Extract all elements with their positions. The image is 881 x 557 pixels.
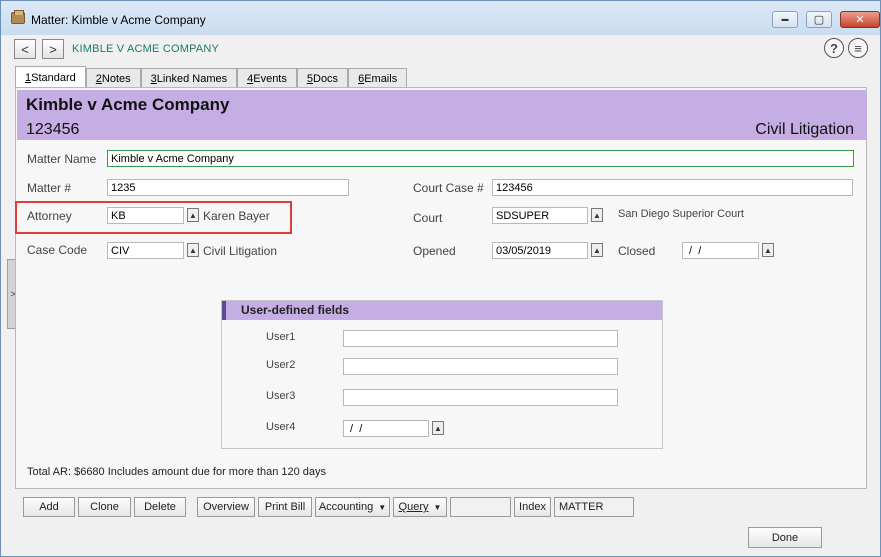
done-button[interactable]: Done <box>748 527 822 548</box>
maximize-icon: ▢ <box>813 14 825 26</box>
window-title: Matter: Kimble v Acme Company <box>31 13 206 27</box>
attorney-code-input[interactable] <box>107 207 184 224</box>
add-button[interactable]: Add <box>23 497 75 517</box>
index-button[interactable]: Index <box>514 497 551 517</box>
help-button[interactable]: ? <box>824 38 844 58</box>
forward-button[interactable]: > <box>42 39 64 59</box>
attorney-name: Karen Bayer <box>203 209 270 223</box>
opened-label: Opened <box>413 244 456 258</box>
maximize-button[interactable]: ▢ <box>806 11 832 28</box>
caret-up-icon: ▲ <box>593 245 601 255</box>
menu-icon: ≡ <box>854 40 862 56</box>
court-code-input[interactable] <box>492 207 588 224</box>
opened-date-picker[interactable]: ▲ <box>591 243 603 257</box>
matter-header-label: KIMBLE V ACME COMPANY <box>72 43 220 55</box>
tab-docs[interactable]: 5 Docs <box>296 68 349 88</box>
accounting-menu-button[interactable]: Accounting ▼ <box>315 497 390 517</box>
query-input[interactable] <box>450 497 511 517</box>
tab-linked-names[interactable]: 3 Linked Names <box>140 68 238 88</box>
closed-date-input[interactable] <box>682 242 759 259</box>
caret-up-icon: ▲ <box>764 245 772 255</box>
user1-input[interactable] <box>343 330 618 347</box>
opened-date-input[interactable] <box>492 242 588 259</box>
chevron-left-icon: < <box>21 41 29 57</box>
banner-number: 123456 <box>26 121 80 138</box>
overview-button[interactable]: Overview <box>197 497 255 517</box>
chevron-right-icon: > <box>49 41 57 57</box>
query-menu-button[interactable]: Query ▼ <box>393 497 447 517</box>
court-lookup-button[interactable]: ▲ <box>591 208 603 222</box>
user4-date-picker[interactable]: ▲ <box>432 421 444 435</box>
case-code-lookup-button[interactable]: ▲ <box>187 243 199 257</box>
tab-standard[interactable]: 1 Standard <box>15 66 86 88</box>
index-value: MATTER <box>554 497 634 517</box>
nav-bar: < > KIMBLE V ACME COMPANY ? ≡ <box>1 35 880 65</box>
minimize-button[interactable]: ▬ <box>772 11 798 28</box>
user1-label: User1 <box>266 331 296 343</box>
banner-title: Kimble v Acme Company <box>26 95 230 114</box>
case-code-label: Case Code <box>27 243 88 257</box>
case-code-description: Civil Litigation <box>203 244 278 258</box>
tab-emails[interactable]: 6 Emails <box>348 68 408 88</box>
tab-events[interactable]: 4 Events <box>237 68 297 88</box>
matter-number-label: Matter # <box>27 181 72 195</box>
close-button[interactable]: ✕ <box>840 11 880 28</box>
print-bill-button[interactable]: Print Bill <box>258 497 312 517</box>
minimize-icon: ▬ <box>781 16 789 23</box>
caret-up-icon: ▲ <box>189 210 197 220</box>
tab-notes[interactable]: 2 Notes <box>85 68 141 88</box>
closed-date-picker[interactable]: ▲ <box>762 243 774 257</box>
delete-button[interactable]: Delete <box>134 497 186 517</box>
closed-label: Closed <box>618 244 656 258</box>
caret-up-icon: ▲ <box>434 423 442 433</box>
caret-up-icon: ▲ <box>593 210 601 220</box>
banner-case-type: Civil Litigation <box>755 121 854 138</box>
menu-button[interactable]: ≡ <box>848 38 868 58</box>
folder-icon <box>11 10 25 24</box>
court-case-label: Court Case # <box>413 181 484 195</box>
clone-button[interactable]: Clone <box>78 497 131 517</box>
tab-strip: 1 Standard 2 Notes 3 Linked Names 4 Even… <box>15 66 408 88</box>
court-label: Court <box>413 211 443 225</box>
matter-name-input[interactable] <box>107 150 854 167</box>
user2-input[interactable] <box>343 358 618 375</box>
attorney-lookup-button[interactable]: ▲ <box>187 208 199 222</box>
user4-label: User4 <box>266 421 296 433</box>
dropdown-arrow-icon: ▼ <box>378 502 387 512</box>
udf-title: User-defined fields <box>241 303 350 317</box>
title-bar: Matter: Kimble v Acme Company ▬ ▢ ✕ <box>1 1 880 35</box>
user3-label: User3 <box>266 390 296 402</box>
total-ar-text: Total AR: $6680 Includes amount due for … <box>27 466 327 478</box>
attorney-label: Attorney <box>27 209 72 223</box>
case-code-input[interactable] <box>107 242 184 259</box>
caret-up-icon: ▲ <box>189 245 197 255</box>
back-button[interactable]: < <box>14 39 36 59</box>
matter-window: Matter: Kimble v Acme Company ▬ ▢ ✕ < > … <box>0 0 881 557</box>
close-icon: ✕ <box>855 14 865 26</box>
user3-input[interactable] <box>343 389 618 406</box>
court-name: San Diego Superior Court <box>618 208 744 220</box>
matter-number-input[interactable] <box>107 179 349 196</box>
court-case-input[interactable] <box>492 179 853 196</box>
matter-name-label: Matter Name <box>27 152 97 166</box>
help-icon: ? <box>830 40 838 56</box>
user2-label: User2 <box>266 359 296 371</box>
dropdown-arrow-icon: ▼ <box>433 502 442 512</box>
user4-date-input[interactable] <box>343 420 429 437</box>
matter-banner: Kimble v Acme Company 123456 Civil Litig… <box>17 90 867 140</box>
udf-header: User-defined fields <box>222 301 662 320</box>
